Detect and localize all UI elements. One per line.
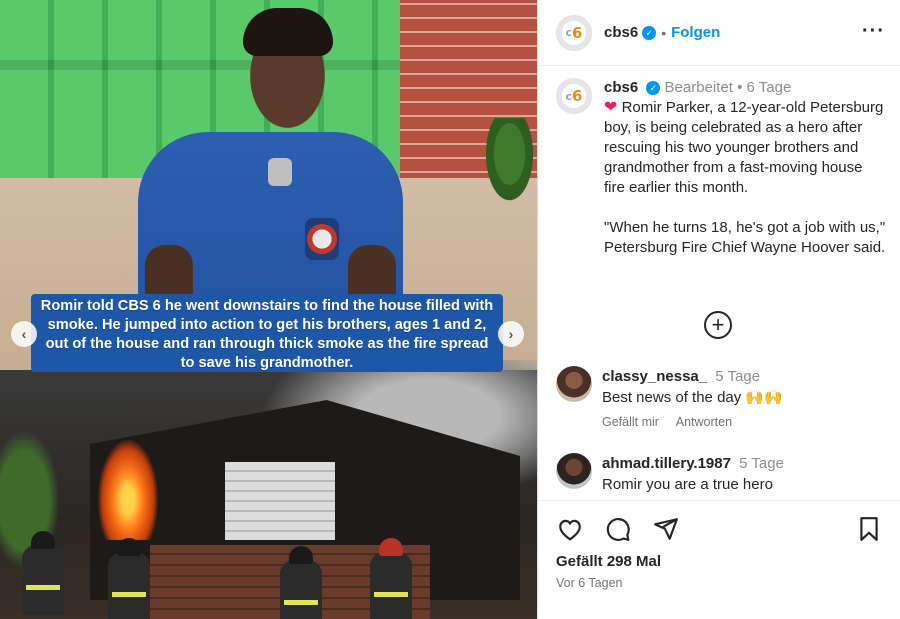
comment-username[interactable]: classy_nessa_	[602, 368, 707, 385]
like-comment-button[interactable]: Gefällt mir	[602, 415, 659, 429]
microphone	[268, 158, 292, 186]
firefighter	[370, 538, 412, 619]
post-sidebar: c6 cbs6 ✓ • Folgen ··· c6 cbs6 ✓ Bearbei…	[537, 0, 900, 619]
firefighter	[280, 546, 322, 619]
comment-item: classy_nessa_ 5 Tage Best news of the da…	[556, 366, 886, 433]
previous-media-button[interactable]: ‹	[11, 321, 37, 347]
comment-text: Best news of the day	[602, 389, 742, 406]
firefighter	[22, 531, 64, 615]
comment-username[interactable]: ahmad.tillery.1987	[602, 455, 731, 472]
share-icon[interactable]	[652, 515, 680, 543]
chevron-left-icon: ‹	[21, 326, 27, 342]
firefighter	[108, 538, 150, 619]
boy-hair	[243, 8, 333, 56]
verified-icon: ✓	[646, 81, 661, 95]
post-actions-footer: Gefällt 298 Mal Vor 6 Tagen	[538, 500, 900, 619]
comment-age: 5 Tage	[715, 368, 761, 385]
next-media-button[interactable]: ›	[498, 321, 524, 347]
heart-icon[interactable]	[556, 515, 584, 543]
caption-avatar[interactable]: c6	[556, 78, 592, 114]
caption-username[interactable]: cbs6	[604, 79, 638, 96]
caption-paragraph-2: "When he turns 18, he's got a job with u…	[604, 219, 886, 256]
add-circle-icon: +	[711, 312, 725, 337]
comments-list: classy_nessa_ 5 Tage Best news of the da…	[556, 366, 886, 498]
separator-dot: •	[737, 79, 743, 96]
comment-avatar[interactable]	[556, 453, 592, 489]
caption-paragraph-1: Romir Parker, a 12-year-old Petersburg b…	[604, 99, 884, 196]
avatar-logo-num: 6	[572, 23, 583, 42]
comment-age: 5 Tage	[739, 455, 784, 472]
caption-age[interactable]: 6 Tage	[747, 79, 792, 96]
chevron-right-icon: ›	[508, 326, 514, 342]
post-caption: c6 cbs6 ✓ Bearbeitet • 6 Tage ❤ Romir Pa…	[556, 78, 886, 258]
more-icon[interactable]: ···	[862, 20, 885, 43]
follow-button[interactable]: Folgen	[671, 24, 720, 41]
verified-icon: ✓	[642, 25, 657, 40]
comment-item: ahmad.tillery.1987 5 Tage Romir you are …	[556, 453, 886, 495]
bookmark-icon[interactable]	[855, 515, 883, 543]
load-more-comments-button[interactable]: +	[704, 311, 732, 339]
post-timestamp[interactable]: Vor 6 Tagen	[556, 576, 623, 590]
comment-text: Romir you are a true hero	[602, 476, 773, 493]
avatar-logo-num: 6	[572, 87, 583, 105]
media-caption-overlay: Romir told CBS 6 he went downstairs to f…	[31, 294, 503, 372]
caption-text: cbs6 ✓ Bearbeitet • 6 Tage ❤ Romir Parke…	[604, 78, 886, 258]
heart-emoji: ❤	[604, 99, 618, 116]
flames	[98, 440, 158, 540]
fire-dept-patch	[305, 218, 339, 260]
account-avatar[interactable]: c6	[556, 14, 592, 51]
post-header: c6 cbs6 ✓ • Folgen ···	[538, 0, 900, 66]
account-username[interactable]: cbs6	[604, 24, 638, 41]
raised-hands-emoji: 🙌🙌	[745, 389, 783, 406]
comment-icon[interactable]	[604, 515, 632, 543]
edited-label: Bearbeitet	[664, 79, 733, 96]
separator-dot: •	[661, 24, 667, 41]
house-window	[225, 462, 335, 540]
comment-avatar[interactable]	[556, 366, 592, 402]
post-media[interactable]: Romir told CBS 6 he went downstairs to f…	[0, 0, 537, 619]
reply-button[interactable]: Antworten	[676, 415, 732, 429]
like-count[interactable]: Gefällt 298 Mal	[556, 553, 661, 570]
plant	[482, 118, 537, 208]
